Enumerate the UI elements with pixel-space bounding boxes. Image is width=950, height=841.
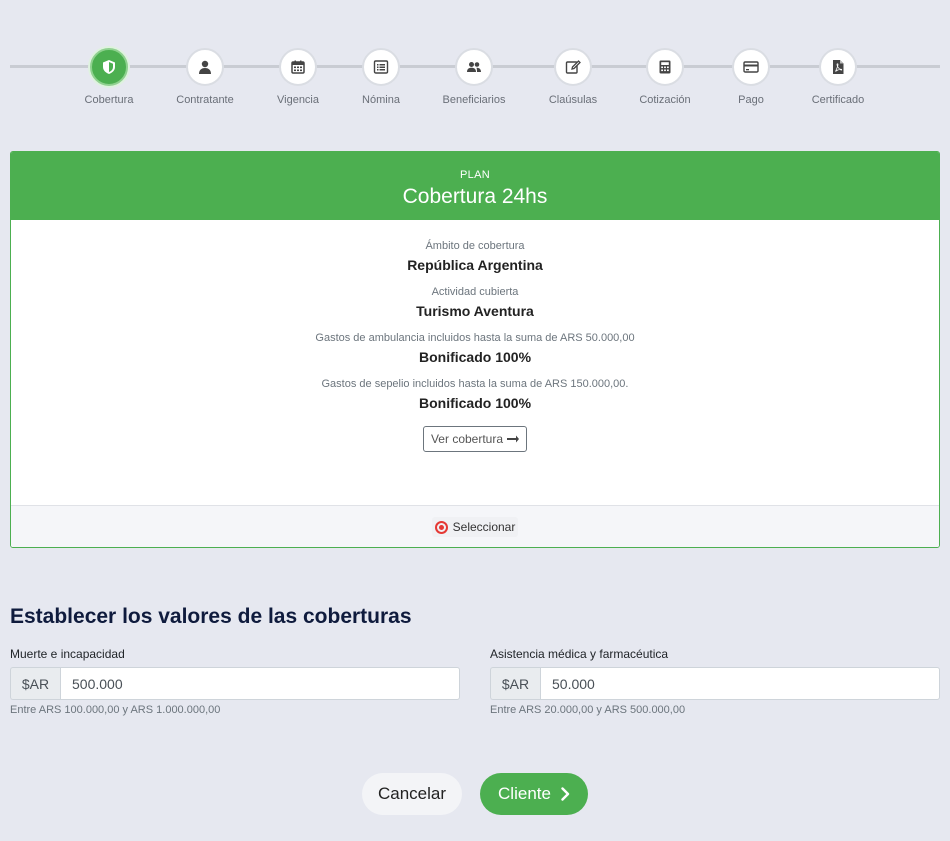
users-icon [455,48,493,86]
step-label: Cobertura [84,94,134,106]
pdf-file-icon [819,48,857,86]
step-clausulas[interactable]: Claúsulas [523,48,623,106]
credit-card-icon [732,48,770,86]
step-label: Beneficiarios [442,94,506,106]
currency-prefix: $AR [10,667,60,700]
death-disability-field: Muerte e incapacidad $AR 500.000 Entre A… [10,647,460,716]
calendar-icon [279,48,317,86]
step-label: Contratante [176,94,234,106]
chevron-right-icon [561,787,570,801]
feature-item: Ámbito de cobertura República Argentina [11,240,939,273]
plan-header: PLAN Cobertura 24hs [11,152,939,220]
step-label: Cotización [639,94,691,106]
next-label: Cliente [498,784,551,803]
step-label: Nómina [362,94,400,106]
view-coverage-button[interactable]: Ver cobertura [422,426,528,452]
feature-value: Bonificado 100% [418,349,532,365]
feature-value: República Argentina [407,257,543,273]
field-hint: Entre ARS 20.000,00 y ARS 500.000,00 [490,704,686,716]
step-certificado[interactable]: Certificado [788,48,888,106]
plan-footer: Seleccionar [11,505,939,547]
shield-icon [90,48,128,86]
select-plan-label: Seleccionar [452,520,516,534]
step-cobertura[interactable]: Cobertura [59,48,159,106]
death-disability-input[interactable]: 500.000 [60,667,460,700]
plan-body: Ámbito de cobertura República Argentina … [11,220,939,505]
feature-value: Turismo Aventura [416,303,534,319]
step-label: Certificado [811,94,865,106]
field-label: Muerte e incapacidad [10,647,125,661]
view-coverage-label: Ver cobertura [430,432,504,446]
arrow-right-icon [507,435,520,443]
feature-item: Gastos de sepelio incluidos hasta la sum… [11,378,939,411]
calculator-icon [646,48,684,86]
field-label: Asistencia médica y farmacéutica [490,647,669,661]
list-icon [362,48,400,86]
step-nomina[interactable]: Nómina [331,48,431,106]
field-hint: Entre ARS 100.000,00 y ARS 1.000.000,00 [10,704,221,716]
step-contratante[interactable]: Contratante [155,48,255,106]
feature-value: Bonificado 100% [418,395,532,411]
cancel-button[interactable]: Cancelar [362,773,462,815]
user-icon [186,48,224,86]
radio-icon [434,520,448,534]
input-group: $AR 50.000 [490,667,940,700]
medical-assistance-input[interactable]: 50.000 [540,667,940,700]
feature-item: Actividad cubierta Turismo Aventura [11,286,939,319]
currency-prefix: $AR [490,667,540,700]
coverage-values-title: Establecer los valores de las coberturas [10,605,412,628]
feature-label: Ámbito de cobertura [425,240,525,252]
input-group: $AR 500.000 [10,667,460,700]
select-plan-button[interactable]: Seleccionar [431,517,519,537]
step-beneficiarios[interactable]: Beneficiarios [424,48,524,106]
step-pago[interactable]: Pago [701,48,801,106]
step-label: Claúsulas [548,94,598,106]
plan-card: PLAN Cobertura 24hs Ámbito de cobertura … [10,151,940,548]
progress-stepper: Cobertura Contratante Vigencia Nómina Be… [10,48,940,110]
feature-item: Gastos de ambulancia incluidos hasta la … [11,332,939,365]
next-button[interactable]: Cliente [480,773,588,815]
feature-label: Gastos de ambulancia incluidos hasta la … [315,332,635,344]
plan-title: Cobertura 24hs [402,185,548,208]
medical-assistance-field: Asistencia médica y farmacéutica $AR 50.… [490,647,940,716]
feature-label: Gastos de sepelio incluidos hasta la sum… [321,378,629,390]
edit-icon [554,48,592,86]
step-cotizacion[interactable]: Cotización [615,48,715,106]
cancel-label: Cancelar [377,784,447,803]
feature-label: Actividad cubierta [431,286,519,298]
plan-kicker: PLAN [460,169,490,181]
step-label: Pago [738,94,764,106]
